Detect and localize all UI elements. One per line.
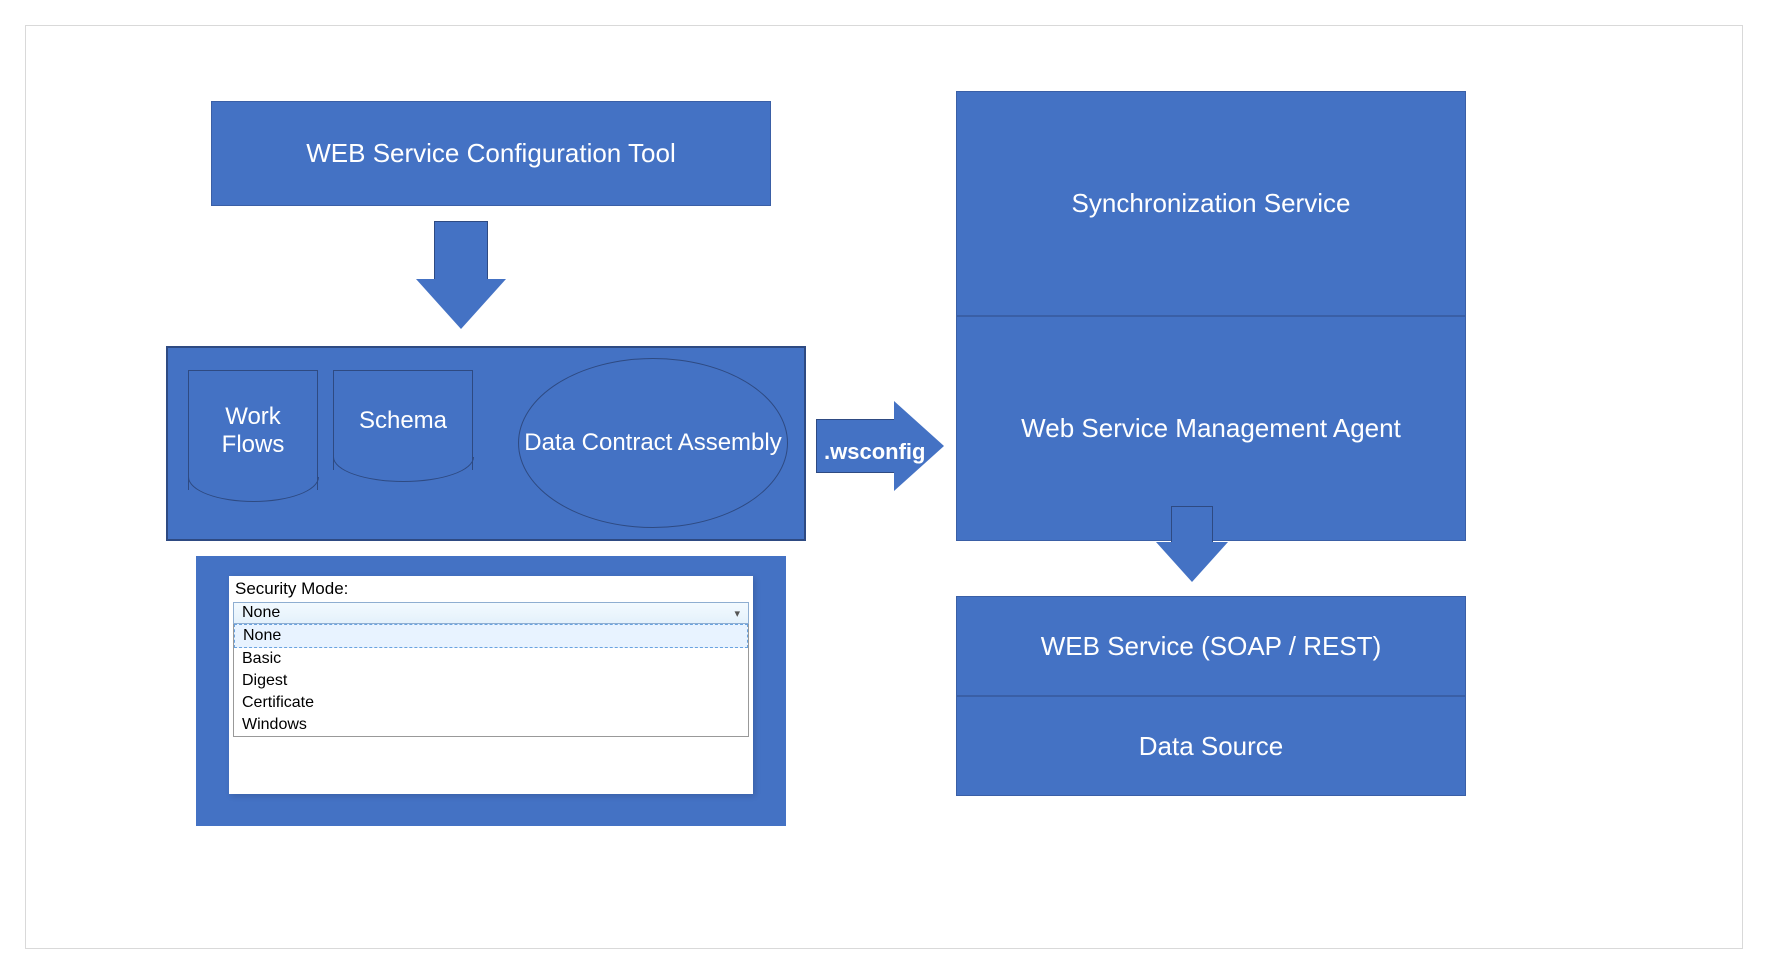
- wsconfig-label: .wsconfig: [816, 439, 951, 465]
- security-option[interactable]: None: [234, 624, 748, 648]
- diagram-canvas: WEB Service Configuration Tool Work Flow…: [25, 25, 1743, 949]
- workflows-label: Work Flows: [197, 403, 309, 459]
- schema-label: Schema: [359, 407, 447, 435]
- mgmt-agent-label: Web Service Management Agent: [1021, 413, 1401, 444]
- security-selected-value: None: [242, 604, 280, 622]
- data-source-box: Data Source: [956, 696, 1466, 796]
- security-mode-select[interactable]: None ▾: [233, 602, 749, 624]
- security-option[interactable]: Basic: [234, 648, 748, 670]
- security-option[interactable]: Windows: [234, 714, 748, 736]
- artifacts-container-box: Work Flows Schema Data Contract Assembly: [166, 346, 806, 541]
- security-mode-box: Security Mode: None ▾ None Basic Digest …: [196, 556, 786, 826]
- data-source-label: Data Source: [1139, 731, 1284, 762]
- data-contract-ellipse: Data Contract Assembly: [518, 358, 788, 528]
- security-option[interactable]: Digest: [234, 670, 748, 692]
- security-option[interactable]: Certificate: [234, 692, 748, 714]
- security-mode-label: Security Mode:: [229, 576, 753, 602]
- schema-document-shape: Schema: [333, 370, 473, 470]
- web-service-label: WEB Service (SOAP / REST): [1041, 631, 1381, 662]
- security-dropdown-list[interactable]: None Basic Digest Certificate Windows: [233, 624, 749, 737]
- web-service-config-tool-box: WEB Service Configuration Tool: [211, 101, 771, 206]
- synchronization-service-box: Synchronization Service: [956, 91, 1466, 316]
- config-tool-label: WEB Service Configuration Tool: [306, 138, 675, 169]
- chevron-down-icon: ▾: [734, 607, 740, 620]
- web-service-box: WEB Service (SOAP / REST): [956, 596, 1466, 696]
- workflows-document-shape: Work Flows: [188, 370, 318, 490]
- sync-service-label: Synchronization Service: [1072, 188, 1351, 219]
- security-panel: Security Mode: None ▾ None Basic Digest …: [229, 576, 753, 794]
- data-contract-label: Data Contract Assembly: [524, 427, 781, 458]
